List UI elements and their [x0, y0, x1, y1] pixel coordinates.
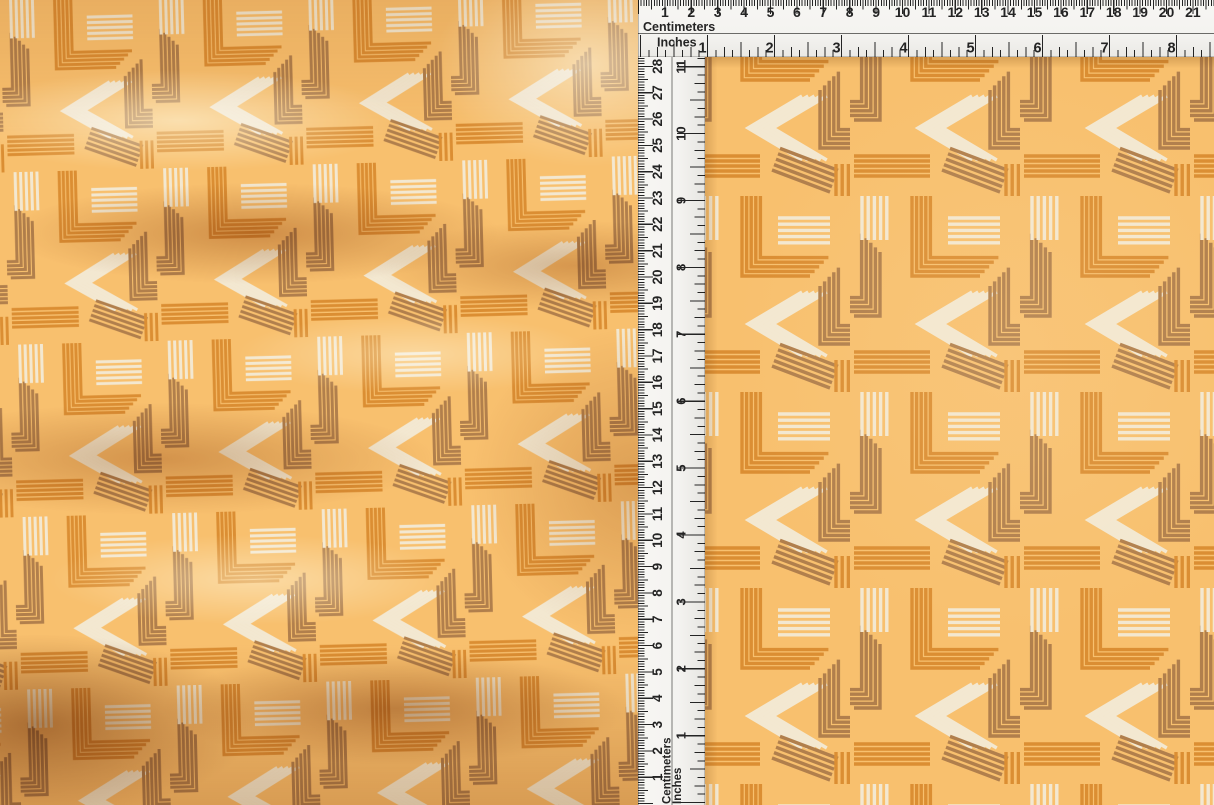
h-cm-number: 11 [921, 4, 936, 20]
h-cm-number: 1 [661, 4, 669, 20]
v-cm-number: 11 [650, 506, 665, 521]
v-inch-number: 11 [674, 60, 689, 74]
v-inch-number: 3 [674, 598, 689, 605]
v-cm-number: 12 [650, 480, 665, 495]
h-cm-number: 17 [1080, 4, 1096, 20]
h-inch-number: 6 [1034, 41, 1042, 57]
horizontal-ruler: 123456789101112131415161718192021Centime… [638, 0, 1214, 57]
v-inch-number: 10 [674, 126, 689, 140]
scene-svg: 123456789101112131415161718192021Centime… [0, 0, 1214, 805]
h-cm-number: 4 [740, 4, 748, 20]
fabric-product-photo: 123456789101112131415161718192021Centime… [0, 0, 1214, 805]
v-inch-number: 8 [674, 264, 689, 271]
h-cm-number: 2 [687, 4, 695, 20]
v-cm-number: 13 [650, 453, 665, 469]
v-cm-number: 9 [650, 563, 665, 571]
h-cm-number: 14 [1000, 4, 1016, 20]
vertical-ruler: 1234567891011121314151617181920212223242… [638, 57, 705, 805]
h-inch-number: 8 [1168, 41, 1176, 57]
v-cm-number: 6 [650, 641, 665, 649]
v-inch-unit-label: Inches [672, 768, 684, 804]
h-cm-number: 8 [846, 4, 854, 20]
v-cm-number: 17 [650, 348, 665, 363]
h-cm-number: 12 [948, 4, 964, 20]
v-cm-number: 15 [650, 401, 665, 417]
v-cm-number: 22 [650, 217, 665, 232]
v-cm-number: 8 [650, 589, 665, 597]
h-cm-number: 7 [819, 4, 827, 20]
h-cm-number: 10 [895, 4, 911, 20]
h-inch-unit-label: Inches [657, 36, 697, 50]
v-cm-number: 27 [650, 85, 665, 100]
v-inch-number: 7 [674, 331, 689, 338]
h-inch-number: 5 [967, 41, 975, 57]
h-inch-number: 2 [766, 41, 774, 57]
v-cm-number: 5 [650, 668, 665, 676]
draped-fabric-photo [0, 0, 638, 805]
h-cm-number: 18 [1106, 4, 1122, 20]
h-inch-number: 4 [900, 41, 908, 57]
flat-fabric-swatch [705, 57, 1214, 805]
v-inch-number: 4 [674, 531, 689, 539]
v-cm-number: 26 [650, 111, 665, 127]
h-inch-number: 1 [699, 41, 707, 57]
v-cm-number: 28 [650, 58, 665, 74]
v-cm-number: 7 [650, 616, 665, 624]
v-inch-number: 2 [674, 665, 689, 672]
v-cm-number: 19 [650, 296, 665, 311]
h-cm-number: 6 [793, 4, 801, 20]
v-cm-number: 4 [650, 694, 665, 702]
v-cm-number: 14 [650, 427, 665, 443]
v-cm-number: 20 [650, 269, 665, 284]
v-cm-number: 24 [650, 164, 665, 180]
h-cm-number: 5 [767, 4, 775, 20]
h-cm-number: 3 [714, 4, 722, 20]
h-cm-number: 19 [1132, 4, 1148, 20]
h-cm-unit-label: Centimeters [643, 20, 715, 34]
v-cm-number: 23 [650, 190, 665, 206]
v-inch-number: 9 [674, 197, 689, 204]
v-cm-number: 16 [650, 374, 665, 390]
h-inch-number: 3 [833, 41, 841, 57]
h-cm-number: 15 [1027, 4, 1043, 20]
v-cm-number: 3 [650, 720, 665, 728]
h-inch-number: 7 [1101, 41, 1109, 57]
h-cm-number: 13 [974, 4, 990, 20]
h-cm-number: 9 [872, 4, 880, 20]
v-inch-number: 5 [674, 464, 689, 471]
v-cm-number: 21 [650, 243, 665, 259]
h-cm-number: 21 [1185, 4, 1201, 20]
v-inch-number: 6 [674, 398, 689, 405]
v-cm-number: 18 [650, 322, 665, 338]
v-inch-number: 1 [674, 732, 689, 739]
v-cm-number: 10 [650, 533, 665, 548]
h-cm-number: 16 [1053, 4, 1069, 20]
h-cm-number: 20 [1159, 4, 1175, 20]
v-cm-number: 25 [650, 137, 665, 153]
